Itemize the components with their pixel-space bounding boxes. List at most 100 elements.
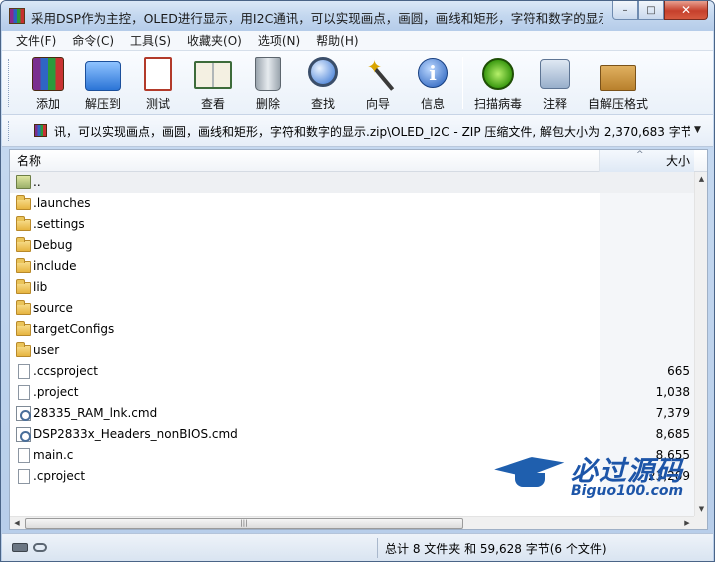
delete-label: 删除	[255, 97, 280, 111]
trash-icon	[248, 55, 288, 93]
status-summary: 总计 8 文件夹 和 59,628 字节(6 个文件)	[385, 542, 607, 556]
archive-icon	[34, 124, 47, 137]
column-header-size[interactable]: ^ 大小	[600, 150, 694, 172]
close-button[interactable]: ✕	[664, 1, 708, 20]
key-icon[interactable]	[33, 543, 47, 552]
folder-icon	[16, 279, 31, 294]
book-icon	[193, 55, 233, 93]
document-icon	[16, 469, 31, 484]
scroll-left-arrow-icon[interactable]: ◀	[10, 517, 24, 530]
view-label: 查看	[200, 97, 225, 111]
extract-to-label: 解压到	[84, 97, 121, 111]
checklist-icon	[138, 55, 178, 93]
info-icon: i	[413, 55, 453, 93]
scroll-right-arrow-icon[interactable]: ▶	[680, 517, 694, 530]
graduation-cap-icon	[493, 451, 565, 487]
folder-icon	[16, 237, 31, 252]
drive-icon[interactable]	[12, 543, 28, 552]
menu-bar: 文件(F) 命令(C) 工具(S) 收藏夹(O) 选项(N) 帮助(H)	[2, 31, 713, 51]
file-name: targetConfigs	[33, 322, 115, 336]
info-button[interactable]: i 信息	[411, 55, 455, 113]
maximize-button[interactable]: □	[638, 1, 664, 20]
file-name: lib	[33, 280, 48, 294]
horizontal-scroll-thumb[interactable]: |||	[25, 518, 463, 529]
list-header: 名称 ^ 大小	[10, 150, 707, 172]
menu-tools[interactable]: 工具(S)	[122, 32, 179, 49]
horizontal-scrollbar[interactable]: ◀ ||| ▶	[10, 516, 694, 529]
wizard-label: 向导	[365, 97, 390, 111]
find-button[interactable]: 查找	[301, 55, 345, 113]
file-name: include	[33, 259, 77, 273]
sort-ascending-icon: ^	[636, 150, 644, 160]
menu-favorites[interactable]: 收藏夹(O)	[179, 32, 250, 49]
list-item[interactable]: .launches	[10, 193, 694, 214]
document-icon	[16, 364, 31, 379]
address-path[interactable]: 讯，可以实现画点，画圆，画线和矩形，字符和数字的显示.zip\OLED_I2C …	[54, 123, 690, 140]
window-controls: – □ ✕	[612, 1, 708, 21]
view-button[interactable]: 查看	[191, 55, 235, 113]
test-button[interactable]: 测试	[136, 55, 180, 113]
list-item[interactable]: Debug	[10, 235, 694, 256]
cmd-script-icon	[16, 427, 31, 442]
app-window: 采用DSP作为主控，OLED进行显示，用I2C通讯，可以实现画点，画圆，画线和矩…	[0, 0, 715, 562]
scroll-up-arrow-icon[interactable]: ▲	[695, 172, 708, 186]
add-label: 添加	[35, 97, 60, 111]
menu-file[interactable]: 文件(F)	[8, 32, 64, 49]
wizard-button[interactable]: 向导	[356, 55, 400, 113]
comment-label: 注释	[542, 97, 567, 111]
delete-button[interactable]: 删除	[246, 55, 290, 113]
list-item[interactable]: user	[10, 340, 694, 361]
column-header-size-label: 大小	[665, 154, 690, 168]
virus-scan-button[interactable]: 扫描病毒	[470, 55, 526, 113]
list-item[interactable]: 28335_RAM_lnk.cmd 7,379	[10, 403, 694, 424]
list-item[interactable]: source	[10, 298, 694, 319]
toolbar: 添加 解压到 测试 查看 删除 查找 向导 i 信息	[2, 51, 713, 115]
file-name: .cproject	[33, 469, 86, 483]
menu-help[interactable]: 帮助(H)	[308, 32, 366, 49]
list-item[interactable]: include	[10, 256, 694, 277]
list-item[interactable]: ..	[10, 172, 694, 193]
scrollbar-corner	[694, 516, 707, 529]
address-grip[interactable]	[8, 121, 11, 141]
extract-to-button[interactable]: 解压到	[80, 55, 126, 113]
list-item[interactable]: .project 1,038	[10, 382, 694, 403]
cmd-script-icon	[16, 406, 31, 421]
folder-icon	[16, 195, 31, 210]
add-button[interactable]: 添加	[26, 55, 70, 113]
file-name: main.c	[33, 448, 74, 462]
file-size: 665	[667, 364, 690, 378]
folder-icon	[16, 300, 31, 315]
list-item[interactable]: DSP2833x_Headers_nonBIOS.cmd 8,685	[10, 424, 694, 445]
file-name: .launches	[33, 196, 91, 210]
comment-button[interactable]: 注释	[533, 55, 577, 113]
list-item[interactable]: lib	[10, 277, 694, 298]
sfx-button[interactable]: 自解压格式	[586, 55, 650, 113]
folder-icon	[16, 258, 31, 273]
comment-icon	[535, 55, 575, 93]
address-bar: 讯，可以实现画点，画圆，画线和矩形，字符和数字的显示.zip\OLED_I2C …	[2, 115, 713, 147]
list-item[interactable]: targetConfigs	[10, 319, 694, 340]
winrar-app-icon[interactable]	[9, 8, 25, 24]
file-name: .project	[33, 385, 79, 399]
column-header-name[interactable]: 名称	[10, 150, 600, 172]
address-dropdown-icon[interactable]: ▼	[694, 125, 701, 135]
toolbar-separator	[462, 57, 463, 109]
file-name: .settings	[33, 217, 85, 231]
menu-options[interactable]: 选项(N)	[250, 32, 308, 49]
virus-scan-label: 扫描病毒	[473, 97, 522, 111]
file-size: 8,685	[655, 427, 690, 441]
watermark: 必过源码 Biguo100.com	[493, 449, 703, 505]
folder-icon	[16, 321, 31, 336]
watermark-url: Biguo100.com	[571, 483, 684, 499]
toolbar-grip[interactable]	[8, 59, 11, 107]
folder-extract-icon	[83, 55, 123, 93]
magnifier-icon	[303, 55, 343, 93]
document-icon	[16, 385, 31, 400]
window-title: 采用DSP作为主控，OLED进行显示，用I2C通讯，可以实现画点，画圆，画线和矩…	[31, 11, 603, 26]
title-bar[interactable]: 采用DSP作为主控，OLED进行显示，用I2C通讯，可以实现画点，画圆，画线和矩…	[1, 1, 714, 31]
menu-commands[interactable]: 命令(C)	[64, 32, 122, 49]
list-item[interactable]: .settings	[10, 214, 694, 235]
minimize-button[interactable]: –	[612, 1, 638, 20]
list-item[interactable]: .ccsproject 665	[10, 361, 694, 382]
virus-icon	[478, 55, 518, 93]
